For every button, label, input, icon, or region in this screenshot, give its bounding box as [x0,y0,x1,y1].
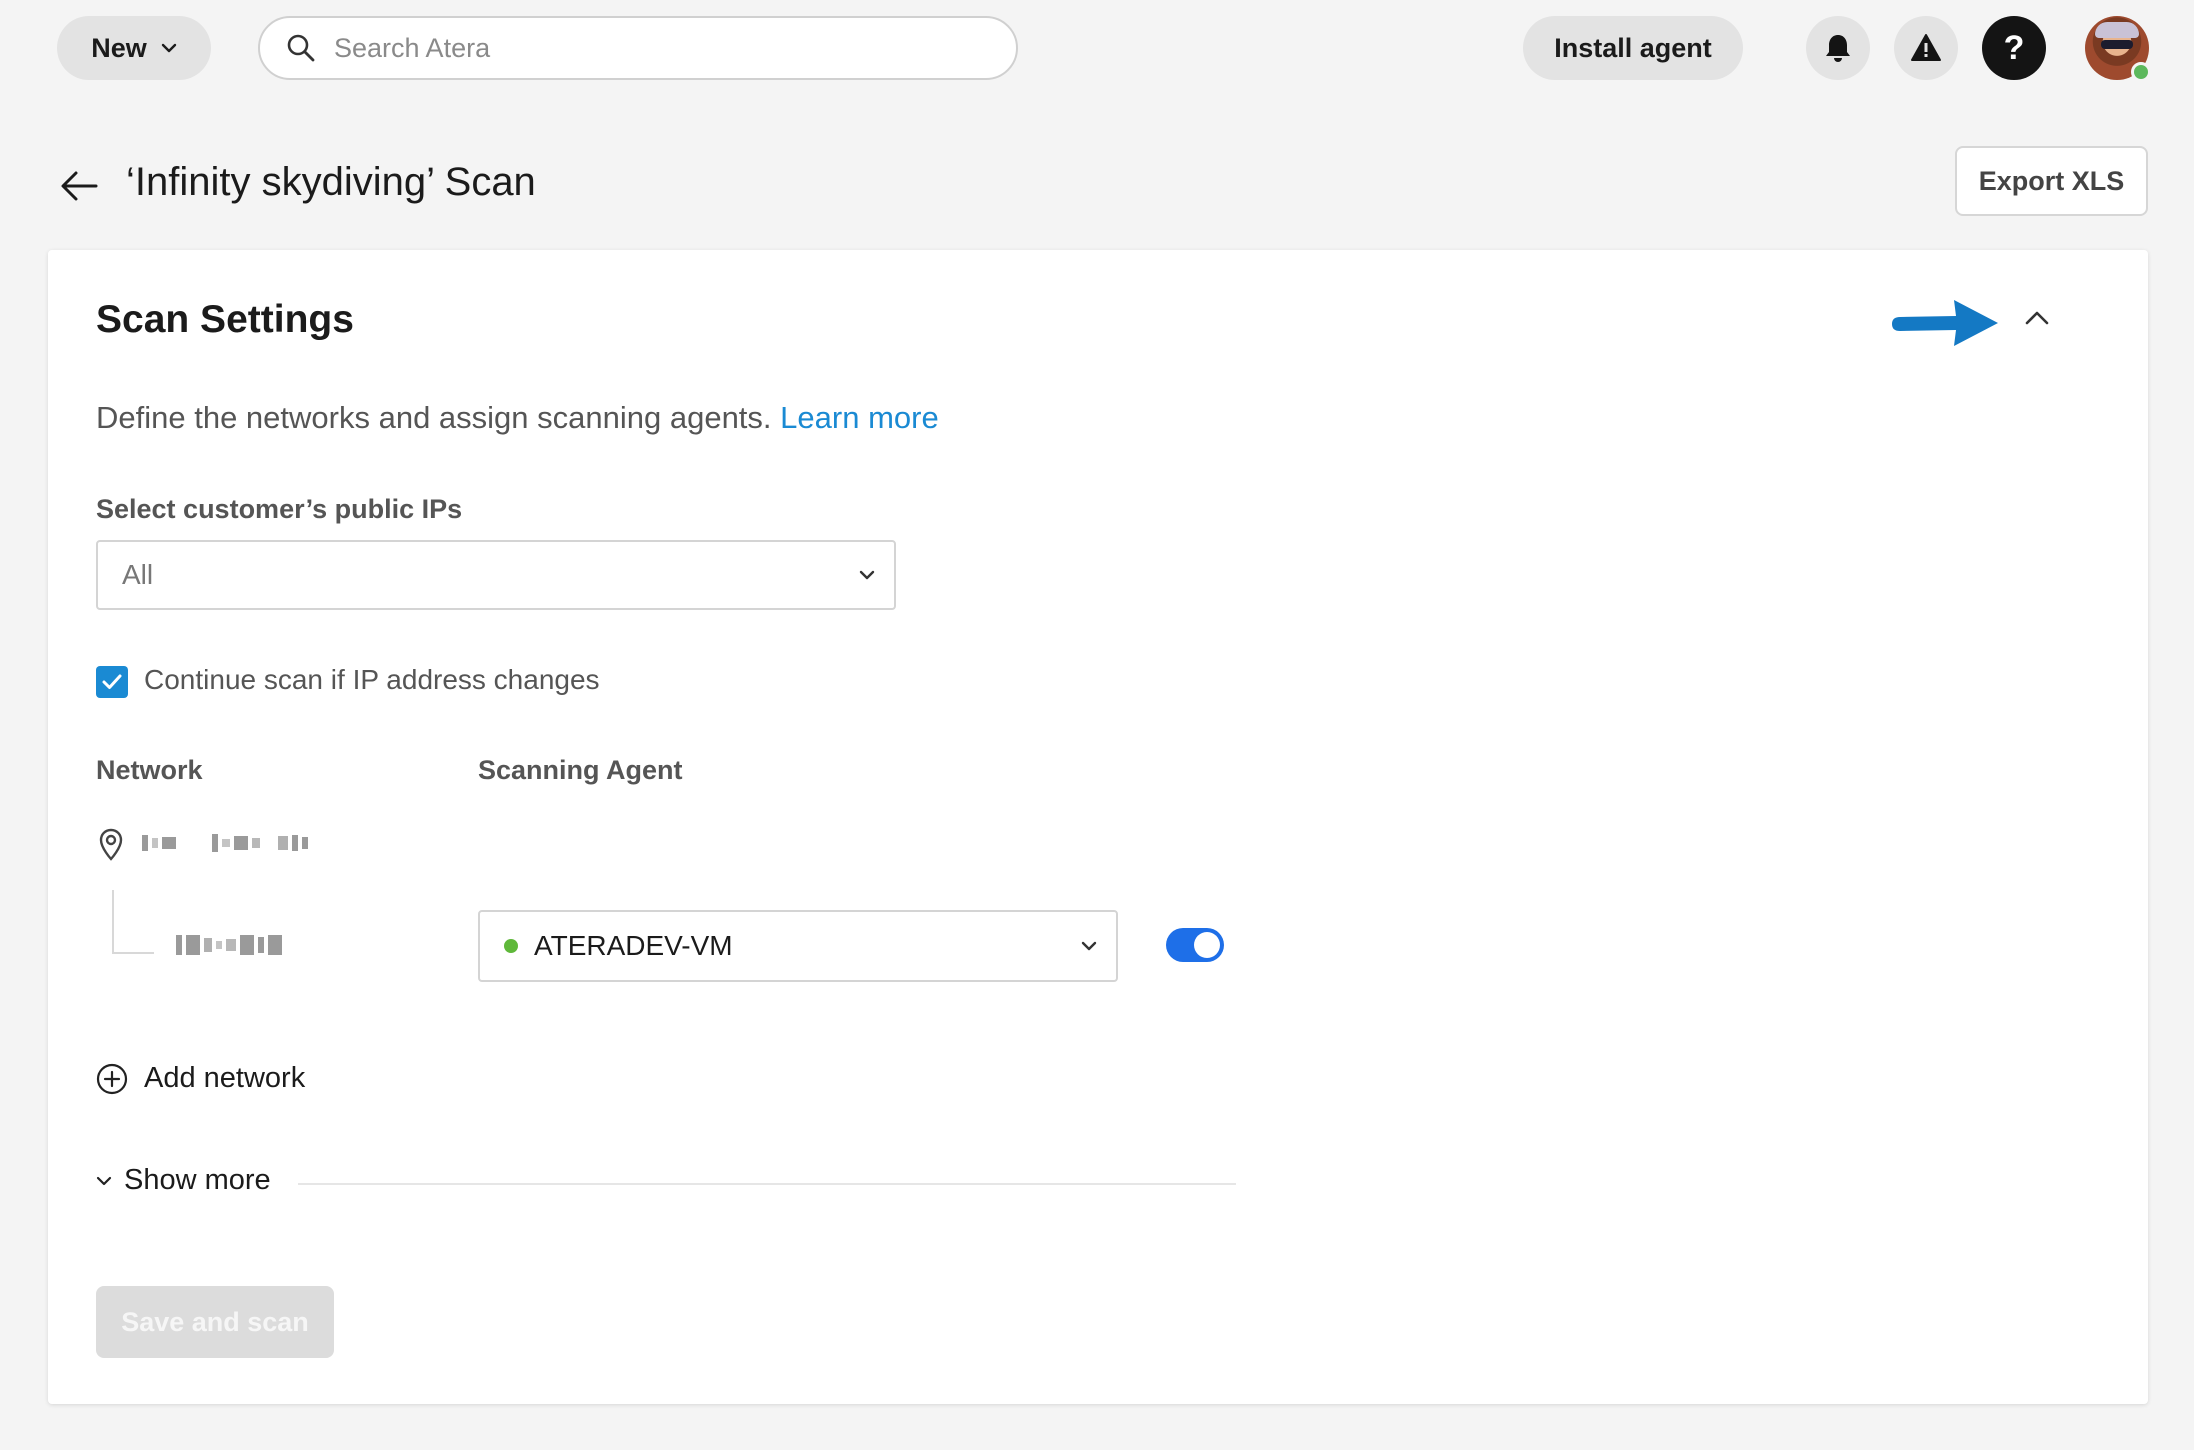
learn-more-link[interactable]: Learn more [780,400,939,435]
online-status-dot [2131,62,2151,82]
chevron-up-icon [2025,311,2049,324]
network-column-header: Network [96,755,203,785]
export-xls-button[interactable]: Export XLS [1955,146,2148,216]
bell-icon [1826,35,1850,62]
plus-circle-icon [96,1063,128,1094]
search-icon [287,34,315,62]
avatar-hair [2095,22,2139,38]
add-network-label: Add network [144,1062,306,1094]
top-bar: New Install agent ? [0,0,2194,100]
chevron-down-icon [161,43,176,53]
agent-online-status-dot [504,939,518,953]
avatar-glasses [2101,40,2133,49]
continue-scan-label: Continue scan if IP address changes [144,664,600,695]
help-button[interactable]: ? [1982,16,2046,80]
chevron-down-icon [1081,941,1097,951]
scan-settings-description: Define the networks and assign scanning … [96,400,939,436]
scan-settings-title: Scan Settings [96,298,354,341]
notifications-button[interactable] [1806,16,1870,80]
new-button-label: New [91,32,147,63]
public-ip-label: Select customer’s public IPs [96,494,463,524]
chevron-down-icon [96,1176,112,1185]
scan-settings-card: Scan Settings Define the networks and as… [48,250,2148,1404]
tree-connector [112,890,154,954]
collapse-section-button[interactable] [2012,294,2062,344]
toggle-knob [1194,932,1220,958]
show-more-button[interactable]: Show more [96,1164,271,1197]
scanning-agent-select[interactable]: ATERADEV-VM [478,910,1118,982]
show-more-label: Show more [124,1164,271,1196]
arrow-left-icon [61,171,98,201]
new-button[interactable]: New [57,16,211,80]
scanning-agent-column-header: Scanning Agent [478,755,683,785]
location-pin-icon [99,828,123,861]
alerts-button[interactable] [1894,16,1958,80]
network-enable-toggle[interactable] [1166,928,1224,962]
scanning-agent-value: ATERADEV-VM [534,930,733,961]
user-avatar[interactable] [2085,16,2151,82]
add-network-button[interactable]: Add network [96,1062,305,1095]
continue-scan-checkbox[interactable] [96,666,128,698]
public-ip-value: All [122,559,154,590]
save-and-scan-button[interactable]: Save and scan [96,1286,334,1358]
warning-icon [1911,34,1941,61]
show-more-divider [298,1183,1236,1185]
install-agent-button[interactable]: Install agent [1523,16,1743,80]
checkmark-icon [102,674,122,689]
annotation-arrow-icon [1892,300,1998,346]
description-text: Define the networks and assign scanning … [96,400,772,435]
public-ip-select[interactable]: All [96,540,896,610]
search-input[interactable] [334,32,974,64]
chevron-down-icon [859,570,875,580]
search-bar[interactable] [258,16,1018,80]
network-name-redacted [142,834,308,852]
back-button[interactable] [58,166,100,206]
page-title: ‘Infinity skydiving’ Scan [126,160,536,204]
subnet-redacted [176,935,282,955]
